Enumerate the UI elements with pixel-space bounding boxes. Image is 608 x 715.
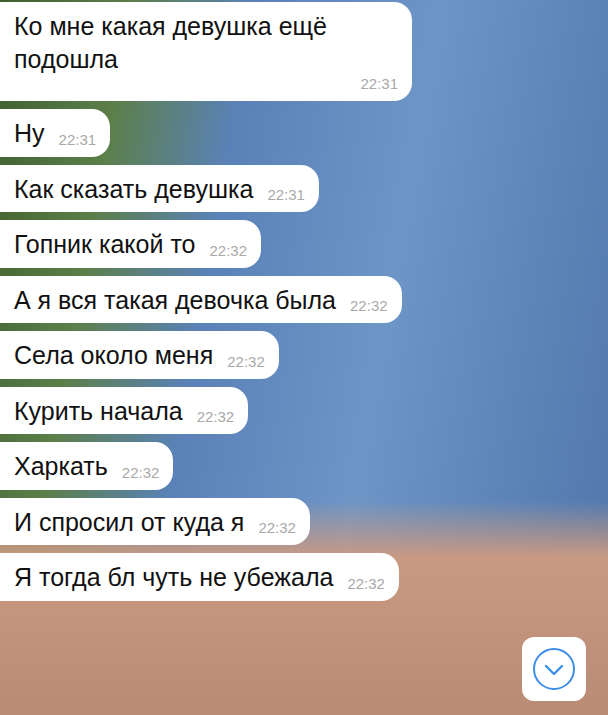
message-time: 22:32	[209, 242, 247, 261]
message-bubble: Я тогда бл чуть не убежала 22:32	[0, 553, 399, 601]
message-bubble: Харкать 22:32	[0, 442, 173, 490]
message-text: Курить начала	[14, 395, 183, 428]
chevron-down-icon	[532, 647, 576, 691]
message-text: А я вся такая девочка была	[14, 284, 336, 317]
message-bubble: Ко мне какая девушка ещё подошла 22:31	[0, 2, 412, 101]
message-time: 22:31	[59, 131, 97, 150]
message-bubble: Как сказать девушка 22:31	[0, 165, 319, 213]
message-time: 22:32	[122, 464, 160, 483]
chat-screen: Ко мне какая девушка ещё подошла 22:31Ну…	[0, 0, 608, 715]
message-time: 22:31	[267, 186, 305, 205]
message-text: Села около меня	[14, 339, 213, 372]
message-bubble: Курить начала 22:32	[0, 387, 248, 435]
message-text: Я тогда бл чуть не убежала	[14, 561, 333, 594]
message-bubble: Ну 22:31	[0, 109, 110, 157]
message-time: 22:32	[350, 297, 388, 316]
message-bubble: Гопник какой то 22:32	[0, 220, 261, 268]
message-list: Ко мне какая девушка ещё подошла 22:31Ну…	[0, 0, 608, 601]
message-bubble: И спросил от куда я 22:32	[0, 498, 310, 546]
message-text: Ну	[14, 117, 45, 150]
message-time: 22:32	[347, 575, 385, 594]
message-bubble: А я вся такая девочка была 22:32	[0, 276, 402, 324]
message-time: 22:32	[258, 519, 296, 538]
scroll-down-button[interactable]	[522, 637, 586, 701]
message-text: Харкать	[14, 450, 108, 483]
message-text: Ко мне какая девушка ещё подошла	[14, 10, 398, 75]
message-text: Гопник какой то	[14, 228, 195, 261]
message-text: И спросил от куда я	[14, 506, 244, 539]
message-bubble: Села около меня 22:32	[0, 331, 279, 379]
message-time: 22:32	[227, 353, 265, 372]
message-time: 22:31	[360, 75, 398, 94]
message-time: 22:32	[197, 408, 235, 427]
message-text: Как сказать девушка	[14, 173, 253, 206]
